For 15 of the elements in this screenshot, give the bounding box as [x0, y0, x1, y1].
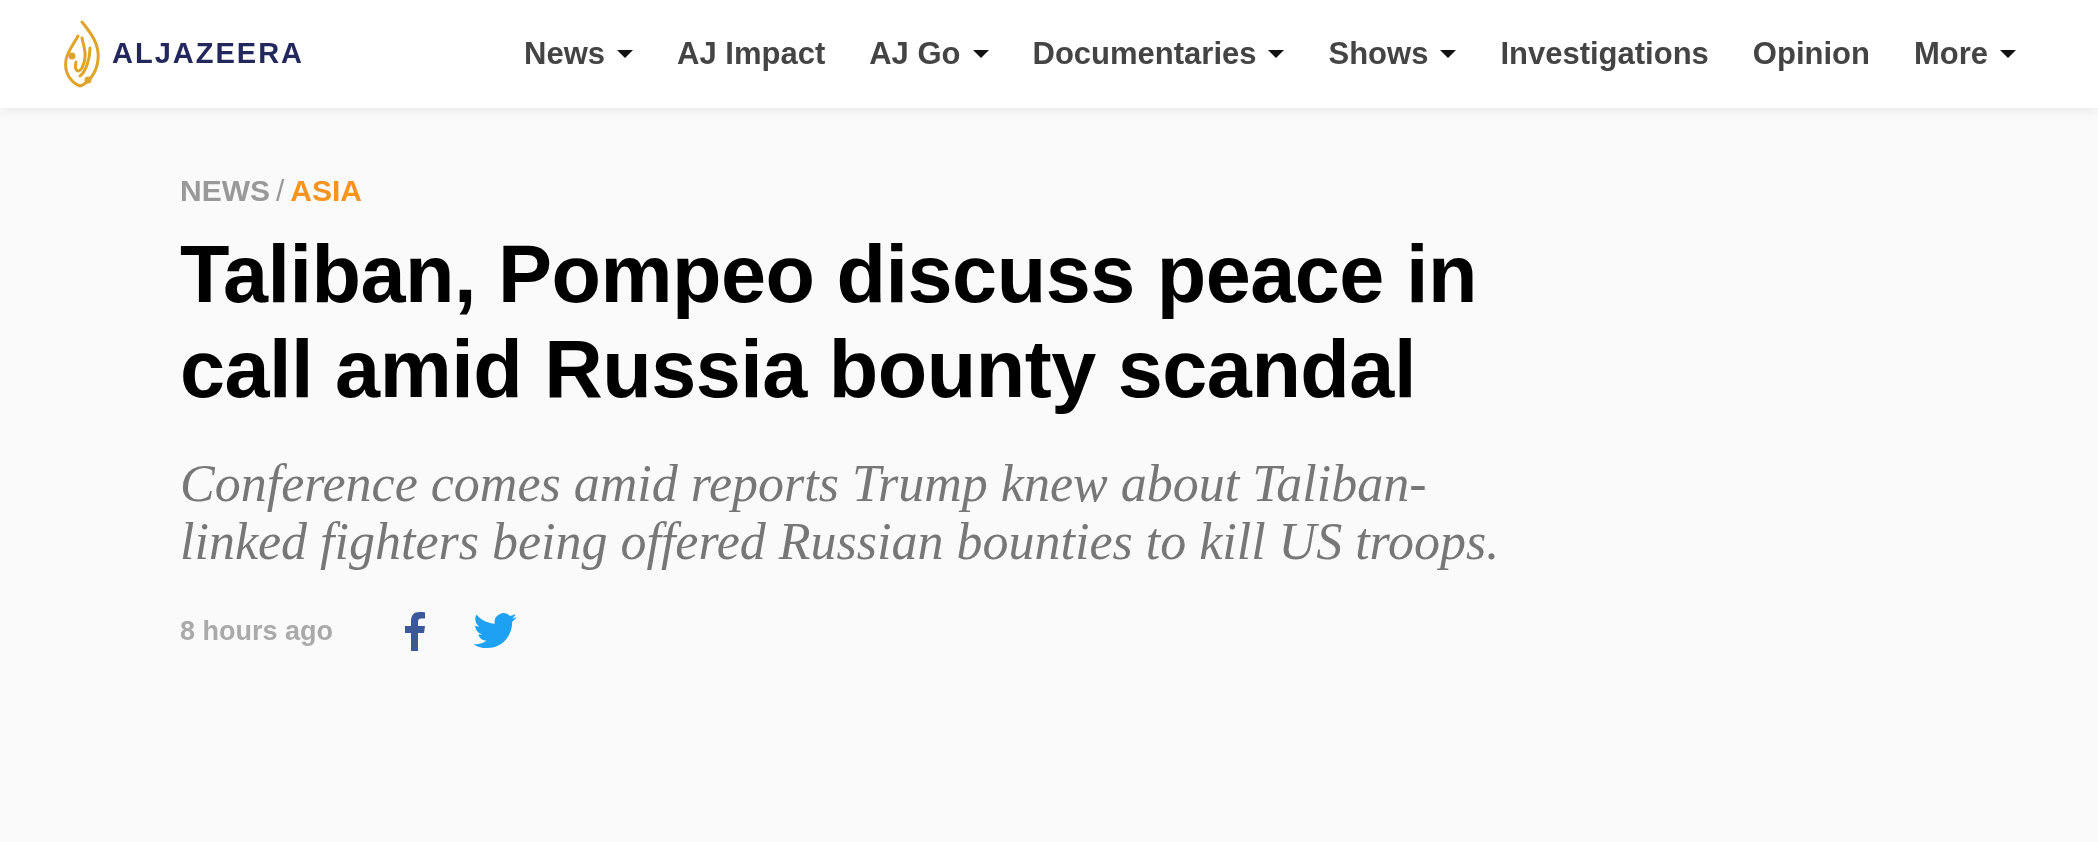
nav-link[interactable]: Opinion [1730, 30, 1892, 78]
breadcrumb-separator: / [276, 173, 285, 209]
nav-link[interactable]: Investigations [1478, 30, 1731, 78]
facebook-icon[interactable] [405, 611, 426, 652]
twitter-icon[interactable] [473, 613, 518, 650]
nav-link[interactable]: AJ Impact [655, 30, 848, 78]
nav-link[interactable]: More [1891, 30, 2038, 78]
nav-link[interactable]: AJ Go [847, 30, 1011, 78]
logo-text[interactable]: ALJAZEERA [112, 32, 304, 76]
nav-link[interactable]: Shows [1306, 30, 1479, 78]
nav-link[interactable]: News [502, 30, 656, 78]
article-headline: Taliban, Pompeo discuss peace in call amid Russia bounty scandal [180, 228, 1478, 416]
article-summary: Conference comes amid reports Trump knew about Taliban-linked fighters being offered Russian bounties to kill US troops. [180, 455, 1501, 571]
timestamp: 8 hours ago [180, 615, 334, 648]
nav-link[interactable]: Documentaries [1010, 30, 1307, 78]
